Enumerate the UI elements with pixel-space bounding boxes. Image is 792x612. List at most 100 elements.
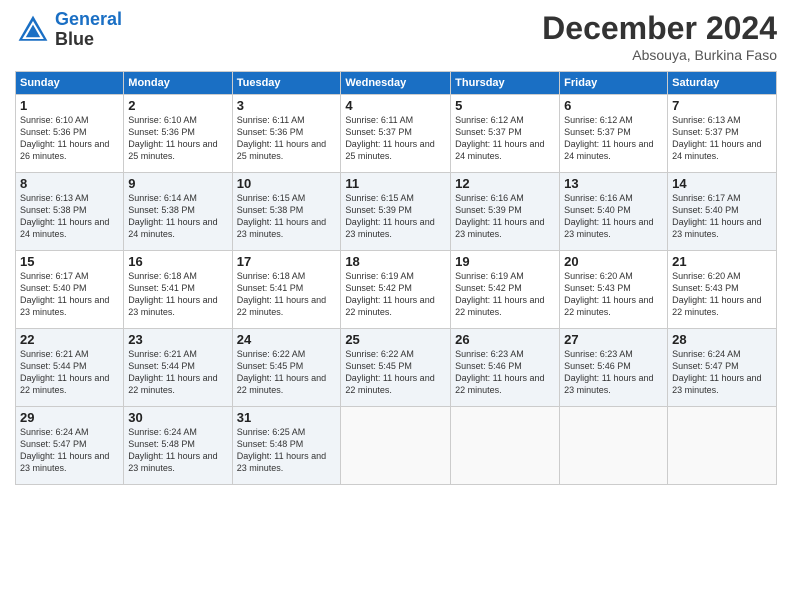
calendar-week-row-2: 8 Sunrise: 6:13 AM Sunset: 5:38 PM Dayli… [16, 173, 777, 251]
daylight-label: Daylight: 11 hours and 24 minutes. [20, 217, 109, 239]
daylight-label: Daylight: 11 hours and 25 minutes. [237, 139, 326, 161]
calendar-cell: 18 Sunrise: 6:19 AM Sunset: 5:42 PM Dayl… [341, 251, 451, 329]
daylight-label: Daylight: 11 hours and 22 minutes. [564, 295, 653, 317]
day-number: 30 [128, 410, 227, 425]
sunrise-label: Sunrise: 6:24 AM [128, 427, 197, 437]
sunset-label: Sunset: 5:38 PM [128, 205, 195, 215]
day-number: 23 [128, 332, 227, 347]
calendar-cell [341, 407, 451, 485]
sunrise-label: Sunrise: 6:17 AM [20, 271, 89, 281]
daylight-label: Daylight: 11 hours and 22 minutes. [237, 295, 326, 317]
calendar-cell: 22 Sunrise: 6:21 AM Sunset: 5:44 PM Dayl… [16, 329, 124, 407]
calendar-cell: 30 Sunrise: 6:24 AM Sunset: 5:48 PM Dayl… [124, 407, 232, 485]
sunrise-label: Sunrise: 6:15 AM [345, 193, 414, 203]
day-info: Sunrise: 6:12 AM Sunset: 5:37 PM Dayligh… [455, 114, 555, 163]
sunset-label: Sunset: 5:46 PM [564, 361, 631, 371]
calendar-cell: 11 Sunrise: 6:15 AM Sunset: 5:39 PM Dayl… [341, 173, 451, 251]
logo-line1: General [55, 9, 122, 29]
daylight-label: Daylight: 11 hours and 24 minutes. [672, 139, 761, 161]
sunset-label: Sunset: 5:40 PM [672, 205, 739, 215]
day-info: Sunrise: 6:22 AM Sunset: 5:45 PM Dayligh… [237, 348, 337, 397]
calendar-cell: 3 Sunrise: 6:11 AM Sunset: 5:36 PM Dayli… [232, 95, 341, 173]
daylight-label: Daylight: 11 hours and 23 minutes. [455, 217, 544, 239]
day-info: Sunrise: 6:20 AM Sunset: 5:43 PM Dayligh… [672, 270, 772, 319]
sunrise-label: Sunrise: 6:11 AM [237, 115, 305, 125]
calendar-header-row: Sunday Monday Tuesday Wednesday Thursday… [16, 72, 777, 95]
calendar-cell: 27 Sunrise: 6:23 AM Sunset: 5:46 PM Dayl… [560, 329, 668, 407]
day-info: Sunrise: 6:14 AM Sunset: 5:38 PM Dayligh… [128, 192, 227, 241]
calendar-week-row-4: 22 Sunrise: 6:21 AM Sunset: 5:44 PM Dayl… [16, 329, 777, 407]
sunrise-label: Sunrise: 6:12 AM [455, 115, 524, 125]
daylight-label: Daylight: 11 hours and 23 minutes. [564, 373, 653, 395]
col-friday: Friday [560, 72, 668, 95]
daylight-label: Daylight: 11 hours and 22 minutes. [128, 373, 217, 395]
logo-line2: Blue [55, 29, 94, 49]
daylight-label: Daylight: 11 hours and 22 minutes. [455, 295, 544, 317]
sunrise-label: Sunrise: 6:20 AM [672, 271, 741, 281]
sunset-label: Sunset: 5:41 PM [237, 283, 304, 293]
calendar-cell: 25 Sunrise: 6:22 AM Sunset: 5:45 PM Dayl… [341, 329, 451, 407]
logo: General Blue [15, 10, 122, 50]
sunset-label: Sunset: 5:47 PM [20, 439, 87, 449]
sunset-label: Sunset: 5:45 PM [237, 361, 304, 371]
sunrise-label: Sunrise: 6:25 AM [237, 427, 306, 437]
calendar-cell: 21 Sunrise: 6:20 AM Sunset: 5:43 PM Dayl… [668, 251, 777, 329]
day-info: Sunrise: 6:23 AM Sunset: 5:46 PM Dayligh… [455, 348, 555, 397]
sunrise-label: Sunrise: 6:16 AM [455, 193, 524, 203]
day-number: 21 [672, 254, 772, 269]
calendar-week-row-5: 29 Sunrise: 6:24 AM Sunset: 5:47 PM Dayl… [16, 407, 777, 485]
day-number: 19 [455, 254, 555, 269]
daylight-label: Daylight: 11 hours and 22 minutes. [455, 373, 544, 395]
sunrise-label: Sunrise: 6:16 AM [564, 193, 633, 203]
sunrise-label: Sunrise: 6:13 AM [20, 193, 89, 203]
calendar-table: Sunday Monday Tuesday Wednesday Thursday… [15, 71, 777, 485]
calendar-cell [451, 407, 560, 485]
calendar-cell: 9 Sunrise: 6:14 AM Sunset: 5:38 PM Dayli… [124, 173, 232, 251]
day-number: 11 [345, 176, 446, 191]
sunset-label: Sunset: 5:39 PM [455, 205, 522, 215]
sunrise-label: Sunrise: 6:10 AM [20, 115, 89, 125]
sunrise-label: Sunrise: 6:24 AM [672, 349, 741, 359]
day-number: 26 [455, 332, 555, 347]
calendar-cell: 8 Sunrise: 6:13 AM Sunset: 5:38 PM Dayli… [16, 173, 124, 251]
sunrise-label: Sunrise: 6:20 AM [564, 271, 633, 281]
sunset-label: Sunset: 5:43 PM [672, 283, 739, 293]
day-number: 28 [672, 332, 772, 347]
daylight-label: Daylight: 11 hours and 23 minutes. [20, 295, 109, 317]
sunset-label: Sunset: 5:45 PM [345, 361, 412, 371]
sunset-label: Sunset: 5:39 PM [345, 205, 412, 215]
day-info: Sunrise: 6:11 AM Sunset: 5:37 PM Dayligh… [345, 114, 446, 163]
sunset-label: Sunset: 5:38 PM [20, 205, 87, 215]
sunrise-label: Sunrise: 6:17 AM [672, 193, 741, 203]
day-number: 16 [128, 254, 227, 269]
daylight-label: Daylight: 11 hours and 22 minutes. [345, 373, 434, 395]
sunset-label: Sunset: 5:40 PM [20, 283, 87, 293]
day-info: Sunrise: 6:15 AM Sunset: 5:38 PM Dayligh… [237, 192, 337, 241]
sunrise-label: Sunrise: 6:21 AM [20, 349, 89, 359]
calendar-cell: 23 Sunrise: 6:21 AM Sunset: 5:44 PM Dayl… [124, 329, 232, 407]
day-number: 13 [564, 176, 663, 191]
sunrise-label: Sunrise: 6:22 AM [345, 349, 414, 359]
calendar-cell [668, 407, 777, 485]
sunset-label: Sunset: 5:36 PM [237, 127, 304, 137]
sunrise-label: Sunrise: 6:12 AM [564, 115, 633, 125]
sunset-label: Sunset: 5:38 PM [237, 205, 304, 215]
day-number: 6 [564, 98, 663, 113]
sunset-label: Sunset: 5:46 PM [455, 361, 522, 371]
calendar-cell: 5 Sunrise: 6:12 AM Sunset: 5:37 PM Dayli… [451, 95, 560, 173]
day-info: Sunrise: 6:16 AM Sunset: 5:40 PM Dayligh… [564, 192, 663, 241]
daylight-label: Daylight: 11 hours and 26 minutes. [20, 139, 109, 161]
day-info: Sunrise: 6:10 AM Sunset: 5:36 PM Dayligh… [20, 114, 119, 163]
daylight-label: Daylight: 11 hours and 24 minutes. [128, 217, 217, 239]
day-info: Sunrise: 6:13 AM Sunset: 5:37 PM Dayligh… [672, 114, 772, 163]
sunrise-label: Sunrise: 6:14 AM [128, 193, 197, 203]
daylight-label: Daylight: 11 hours and 22 minutes. [345, 295, 434, 317]
day-info: Sunrise: 6:17 AM Sunset: 5:40 PM Dayligh… [20, 270, 119, 319]
day-info: Sunrise: 6:13 AM Sunset: 5:38 PM Dayligh… [20, 192, 119, 241]
col-tuesday: Tuesday [232, 72, 341, 95]
day-number: 5 [455, 98, 555, 113]
col-monday: Monday [124, 72, 232, 95]
calendar-cell: 24 Sunrise: 6:22 AM Sunset: 5:45 PM Dayl… [232, 329, 341, 407]
month-title: December 2024 [542, 10, 777, 47]
day-info: Sunrise: 6:16 AM Sunset: 5:39 PM Dayligh… [455, 192, 555, 241]
